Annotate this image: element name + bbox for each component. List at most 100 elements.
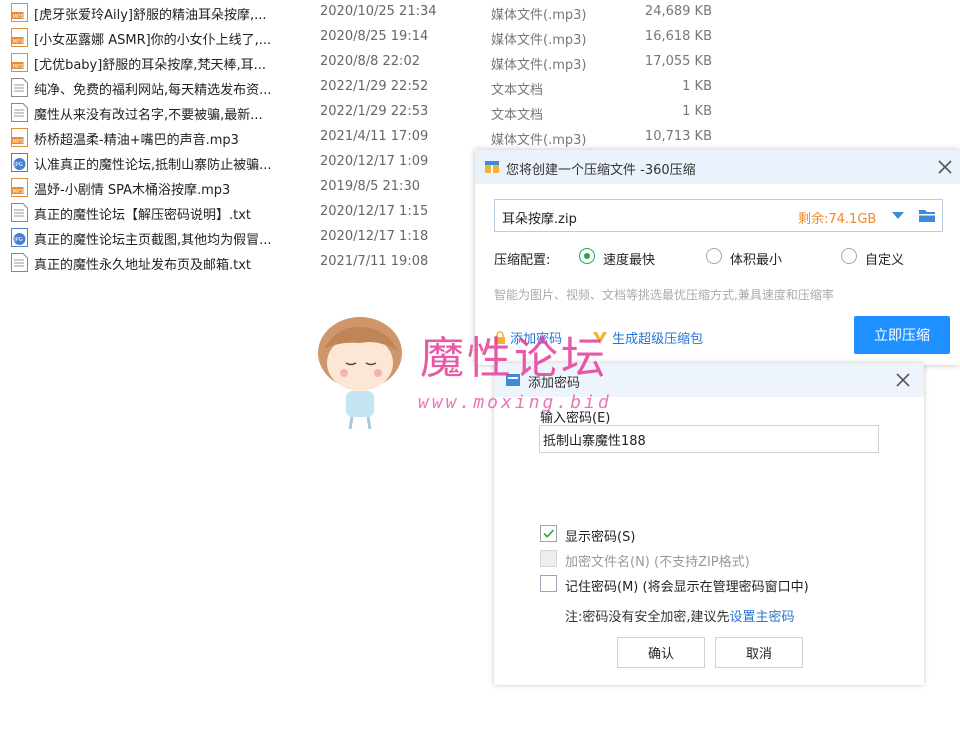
close-icon[interactable] xyxy=(893,370,913,390)
file-date: 2020/8/25 19:14 xyxy=(320,29,429,44)
file-name: [小女巫露娜 ASMR]你的小女仆上线了,... xyxy=(34,33,272,48)
svg-text:MP3: MP3 xyxy=(13,189,24,195)
mp3-icon: MP3 xyxy=(11,3,28,22)
file-size: 1 KB xyxy=(682,79,712,94)
file-date: 2022/1/29 22:52 xyxy=(320,79,429,94)
remember-password-checkbox[interactable]: 记住密码(M) (将会显示在管理密码窗口中) xyxy=(540,575,850,595)
radio-circle xyxy=(706,248,722,264)
svg-text:MP3: MP3 xyxy=(13,139,24,145)
mp3-icon: MP3 xyxy=(11,28,28,47)
file-type: 媒体文件(.mp3) xyxy=(491,133,587,148)
svg-text:MP3: MP3 xyxy=(13,14,24,20)
checkbox-label: 记住密码(M) (将会显示在管理密码窗口中) xyxy=(565,580,809,595)
mp3-icon: MP3 xyxy=(11,53,28,72)
file-row[interactable]: 纯净、免费的福利网站,每天精选发布资... 2022/1/29 22:52 文本… xyxy=(0,75,740,100)
file-type: 媒体文件(.mp3) xyxy=(491,58,587,73)
txt-icon xyxy=(11,103,28,122)
file-size: 24,689 KB xyxy=(644,4,712,19)
svg-text:JPG: JPG xyxy=(13,162,22,168)
file-name: 温妤-小剧情 SPA木桶浴按摩.mp3 xyxy=(34,183,231,198)
file-type: 媒体文件(.mp3) xyxy=(491,33,587,48)
file-date: 2019/8/5 21:30 xyxy=(320,179,420,194)
radio-circle xyxy=(841,248,857,264)
security-note: 注:密码没有安全加密,建议先设置主密码 xyxy=(565,606,795,625)
watermark-text: 魔性论坛 xyxy=(420,333,608,384)
file-row[interactable]: 魔性从来没有改过名字,不要被骗,最新... 2022/1/29 22:53 文本… xyxy=(0,100,740,125)
file-name: 纯净、免费的福利网站,每天精选发布资... xyxy=(34,83,272,98)
file-type: 媒体文件(.mp3) xyxy=(491,8,587,23)
file-name: 认准真正的魔性论坛,抵制山寨防止被骗... xyxy=(34,158,272,173)
file-size: 10,713 KB xyxy=(644,129,712,144)
txt-icon xyxy=(11,78,28,97)
checkbox-box xyxy=(540,525,557,542)
file-name: [尤优baby]舒服的耳朵按摩,梵天棒,耳... xyxy=(34,58,266,73)
password-input[interactable] xyxy=(539,425,879,453)
dropdown-arrow-icon[interactable] xyxy=(891,211,905,220)
file-size: 16,618 KB xyxy=(644,29,712,44)
compress-hint: 智能为图片、视频、文档等挑选最优压缩方式,兼具速度和压缩率 xyxy=(494,288,834,302)
file-row[interactable]: MP3 [小女巫露娜 ASMR]你的小女仆上线了,... 2020/8/25 1… xyxy=(0,25,740,50)
radio-circle xyxy=(579,248,595,264)
radio-smallest[interactable]: 体积最小 xyxy=(706,247,806,268)
file-date: 2020/12/17 1:18 xyxy=(320,229,429,244)
svg-text:MP3: MP3 xyxy=(13,64,24,70)
file-name: 桥桥超温柔-精油+嘴巴的声音.mp3 xyxy=(34,133,239,148)
free-space-label: 剩余:74.1GB xyxy=(798,212,877,227)
close-icon[interactable] xyxy=(935,157,955,177)
svg-text:JPG: JPG xyxy=(13,237,22,243)
mp3-icon: MP3 xyxy=(11,178,28,197)
file-name: 魔性从来没有改过名字,不要被骗,最新... xyxy=(34,108,263,123)
ok-button[interactable]: 确认 xyxy=(617,637,705,668)
file-row[interactable]: MP3 桥桥超温柔-精油+嘴巴的声音.mp3 2021/4/11 17:09 媒… xyxy=(0,125,740,150)
checkbox-box xyxy=(540,575,557,592)
file-name: [虎牙张爱玲Aily]舒服的精油耳朵按摩,... xyxy=(34,8,267,23)
radio-custom[interactable]: 自定义 xyxy=(841,247,931,268)
watermark-mascot-icon xyxy=(318,317,402,430)
file-name: 真正的魔性论坛主页截图,其他均为假冒... xyxy=(34,233,272,248)
radio-label: 体积最小 xyxy=(730,253,783,268)
super-package-link[interactable]: 生成超级压缩包 xyxy=(592,328,703,347)
archive-path-field[interactable]: 耳朵按摩.zip 剩余:74.1GB xyxy=(494,199,943,232)
file-type: 文本文档 xyxy=(491,108,544,123)
file-row[interactable]: MP3 [虎牙张爱玲Aily]舒服的精油耳朵按摩,... 2020/10/25 … xyxy=(0,0,740,25)
cancel-button[interactable]: 取消 xyxy=(715,637,803,668)
file-date: 2020/12/17 1:09 xyxy=(320,154,429,169)
show-password-checkbox[interactable]: 显示密码(S) xyxy=(540,525,660,545)
jpg-icon: JPG xyxy=(11,153,28,172)
checkbox-label: 显示密码(S) xyxy=(565,530,636,545)
jpg-icon: JPG xyxy=(11,228,28,247)
folder-icon[interactable] xyxy=(918,207,936,223)
mp3-icon: MP3 xyxy=(11,128,28,147)
file-date: 2022/1/29 22:53 xyxy=(320,104,429,119)
radio-label: 速度最快 xyxy=(603,253,656,268)
watermark-url: www.moxing.bid xyxy=(418,392,612,413)
svg-text:MP3: MP3 xyxy=(13,39,24,45)
checkbox-box xyxy=(540,550,557,567)
compress-dialog-titlebar[interactable]: 您将创建一个压缩文件 -360压缩 xyxy=(475,150,960,184)
file-date: 2020/10/25 21:34 xyxy=(320,4,437,19)
compress-now-button[interactable]: 立即压缩 xyxy=(854,316,950,354)
file-date: 2020/8/8 22:02 xyxy=(320,54,420,69)
file-size: 17,055 KB xyxy=(644,54,712,69)
file-name: 真正的魔性论坛【解压密码说明】.txt xyxy=(34,208,252,223)
file-date: 2021/7/11 19:08 xyxy=(320,254,429,269)
set-master-password-link[interactable]: 设置主密码 xyxy=(730,610,795,625)
file-size: 1 KB xyxy=(682,104,712,119)
file-type: 文本文档 xyxy=(491,83,544,98)
radio-fastest[interactable]: 速度最快 xyxy=(579,247,679,268)
txt-icon xyxy=(11,253,28,272)
compress-config-label: 压缩配置: xyxy=(494,253,551,268)
compress-dialog-title: 您将创建一个压缩文件 -360压缩 xyxy=(506,163,696,178)
security-note-text: 注:密码没有安全加密,建议先 xyxy=(565,610,730,625)
encrypt-filename-checkbox[interactable]: 加密文件名(N) (不支持ZIP格式) xyxy=(540,550,780,570)
super-package-label: 生成超级压缩包 xyxy=(612,332,704,347)
file-date: 2020/12/17 1:15 xyxy=(320,204,429,219)
checkmark-icon xyxy=(543,529,555,538)
file-date: 2021/4/11 17:09 xyxy=(320,129,429,144)
file-name: 真正的魔性永久地址发布页及邮箱.txt xyxy=(34,258,252,273)
txt-icon xyxy=(11,203,28,222)
file-row[interactable]: MP3 [尤优baby]舒服的耳朵按摩,梵天棒,耳... 2020/8/8 22… xyxy=(0,50,740,75)
archive-filename: 耳朵按摩.zip xyxy=(502,212,577,227)
radio-label: 自定义 xyxy=(865,253,905,268)
checkbox-label: 加密文件名(N) (不支持ZIP格式) xyxy=(565,555,750,570)
